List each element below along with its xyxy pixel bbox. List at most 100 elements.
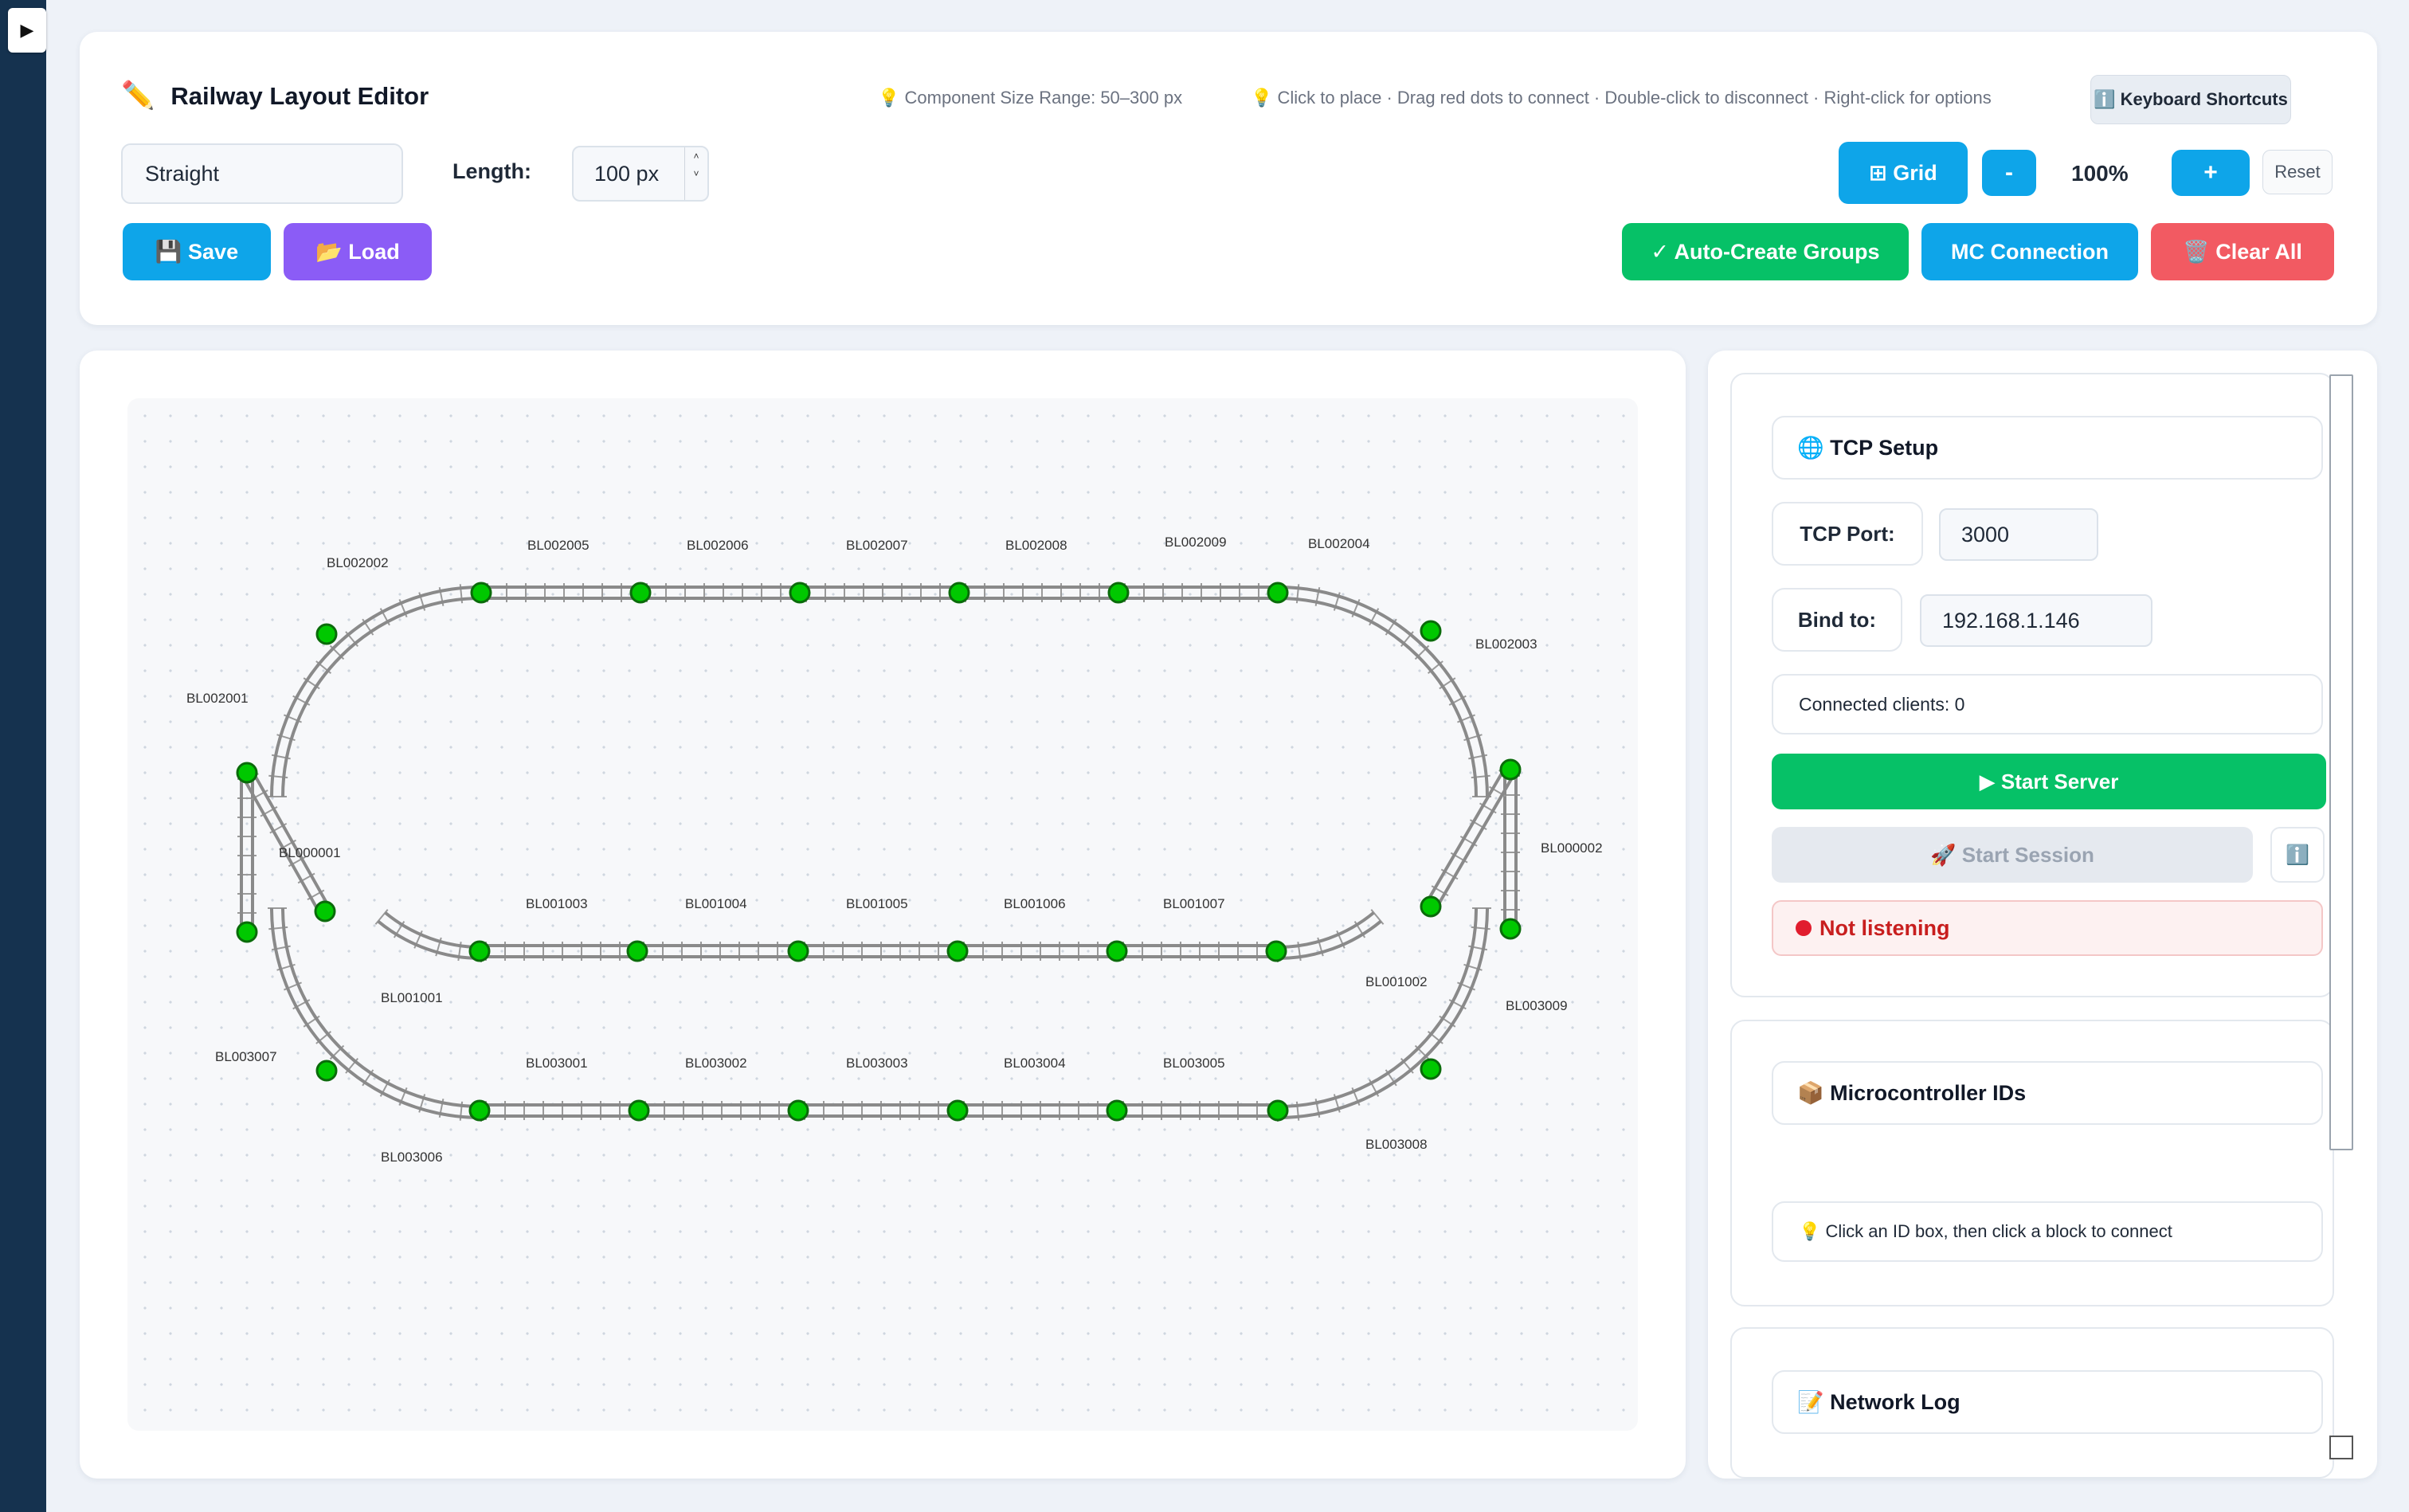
connected-clients: Connected clients: 0 (1772, 674, 2323, 734)
tcp-port-value: 3000 (1961, 522, 2010, 546)
microcontroller-hint: 💡 Click an ID box, then click a block to… (1772, 1201, 2323, 1262)
block-label: BL000002 (1541, 840, 1603, 856)
block-label: BL003002 (685, 1056, 747, 1071)
block-label: BL001005 (846, 896, 908, 911)
tcp-port-input[interactable]: 3000 (1939, 508, 2098, 561)
microcontroller-ids-header[interactable]: 📦 Microcontroller IDs (1772, 1061, 2323, 1125)
track-segments[interactable] (237, 583, 1520, 1122)
block-label: BL002009 (1165, 535, 1227, 550)
connection-node[interactable] (1106, 1099, 1128, 1122)
straight-track[interactable] (958, 942, 1117, 961)
connection-node[interactable] (1267, 1099, 1289, 1122)
straight-track[interactable] (800, 583, 959, 602)
track-rail[interactable] (250, 769, 331, 910)
straight-track[interactable] (1117, 942, 1276, 961)
block-label: BL003001 (526, 1056, 588, 1071)
curved-track[interactable] (268, 583, 482, 797)
block-label: BL001004 (685, 896, 747, 911)
track-rail[interactable] (1277, 907, 1489, 1119)
curved-track[interactable] (1277, 909, 1385, 962)
block-label: BL002002 (327, 555, 389, 570)
connection-node[interactable] (1106, 940, 1128, 962)
connection-node[interactable] (629, 582, 652, 604)
curved-track[interactable] (268, 907, 482, 1122)
connection-node[interactable] (1107, 582, 1130, 604)
connection-node[interactable] (315, 1060, 338, 1082)
connection-node[interactable] (787, 940, 809, 962)
bind-address-value: 192.168.1.146 (1942, 608, 2080, 633)
connection-node[interactable] (470, 582, 492, 604)
track-rail[interactable] (1277, 586, 1489, 797)
connection-node[interactable] (626, 940, 648, 962)
straight-track[interactable] (959, 583, 1118, 602)
connection-node[interactable] (1265, 940, 1287, 962)
connection-node[interactable] (468, 1099, 491, 1122)
connection-node[interactable] (787, 1099, 809, 1122)
curved-track[interactable] (1277, 907, 1491, 1122)
straight-track[interactable] (481, 583, 640, 602)
track-rail[interactable] (281, 597, 482, 797)
straight-track[interactable] (480, 942, 637, 961)
track-rail[interactable] (270, 586, 482, 797)
connection-node[interactable] (789, 582, 811, 604)
block-label: BL002007 (846, 538, 908, 553)
connection-node[interactable] (236, 921, 258, 943)
connection-node[interactable] (948, 582, 970, 604)
block-label: BL002003 (1475, 637, 1537, 652)
straight-track[interactable] (637, 942, 798, 961)
block-label: BL002008 (1005, 538, 1067, 553)
connection-node[interactable] (1499, 758, 1522, 781)
straight-track[interactable] (1118, 583, 1278, 602)
block-label: BL001006 (1004, 896, 1066, 911)
connection-node[interactable] (1420, 1058, 1442, 1080)
connection-node[interactable] (1420, 895, 1442, 918)
tcp-setup-header[interactable]: 🌐 TCP Setup (1772, 416, 2323, 480)
straight-track[interactable] (1424, 766, 1517, 911)
network-log-header[interactable]: 📝 Network Log (1772, 1370, 2323, 1434)
start-session-button[interactable]: 🚀 Start Session (1772, 827, 2253, 883)
connection-node[interactable] (315, 623, 338, 645)
block-label: BL003008 (1365, 1137, 1428, 1152)
straight-track[interactable] (241, 769, 331, 915)
connection-node[interactable] (628, 1099, 650, 1122)
straight-track[interactable] (1117, 1101, 1278, 1120)
status-dot-icon (1796, 920, 1812, 936)
straight-track[interactable] (798, 1101, 958, 1120)
block-label: BL002006 (687, 538, 749, 553)
block-label: BL002001 (186, 691, 249, 706)
block-label: BL003004 (1004, 1056, 1066, 1071)
connection-nodes[interactable] (236, 582, 1522, 1122)
track-rail[interactable] (1277, 907, 1478, 1108)
straight-track[interactable] (958, 1101, 1117, 1120)
info-icon[interactable]: ℹ️ (2270, 827, 2325, 883)
block-label: BL001007 (1163, 896, 1225, 911)
curved-track[interactable] (374, 909, 482, 962)
connection-node[interactable] (1267, 582, 1289, 604)
scroll-corner (2329, 1436, 2353, 1459)
bind-to-label: Bind to: (1772, 588, 1902, 652)
straight-track[interactable] (798, 942, 958, 961)
straight-track[interactable] (640, 583, 800, 602)
track-rail[interactable] (270, 907, 482, 1119)
connection-node[interactable] (314, 900, 336, 922)
track-rail[interactable] (1424, 766, 1507, 905)
bind-address-input[interactable]: 192.168.1.146 (1920, 594, 2152, 647)
connection-node[interactable] (1420, 620, 1442, 642)
straight-track[interactable] (480, 1101, 639, 1120)
connection-node[interactable] (236, 762, 258, 784)
start-server-button[interactable]: ▶ Start Server (1772, 754, 2326, 809)
connection-node[interactable] (1499, 918, 1522, 940)
connection-node[interactable] (468, 940, 491, 962)
track-rail[interactable] (281, 907, 482, 1108)
block-label: BL003006 (381, 1150, 443, 1165)
curved-track[interactable] (1277, 583, 1491, 797)
track-rail[interactable] (1277, 597, 1478, 797)
connection-node[interactable] (946, 1099, 969, 1122)
straight-track[interactable] (639, 1101, 798, 1120)
side-panel-scrollbar[interactable] (2329, 374, 2353, 1150)
block-label: BL002004 (1308, 536, 1370, 551)
block-label: BL000001 (279, 845, 341, 860)
block-label: BL003003 (846, 1056, 908, 1071)
connection-node[interactable] (946, 940, 969, 962)
block-label: BL003005 (1163, 1056, 1225, 1071)
